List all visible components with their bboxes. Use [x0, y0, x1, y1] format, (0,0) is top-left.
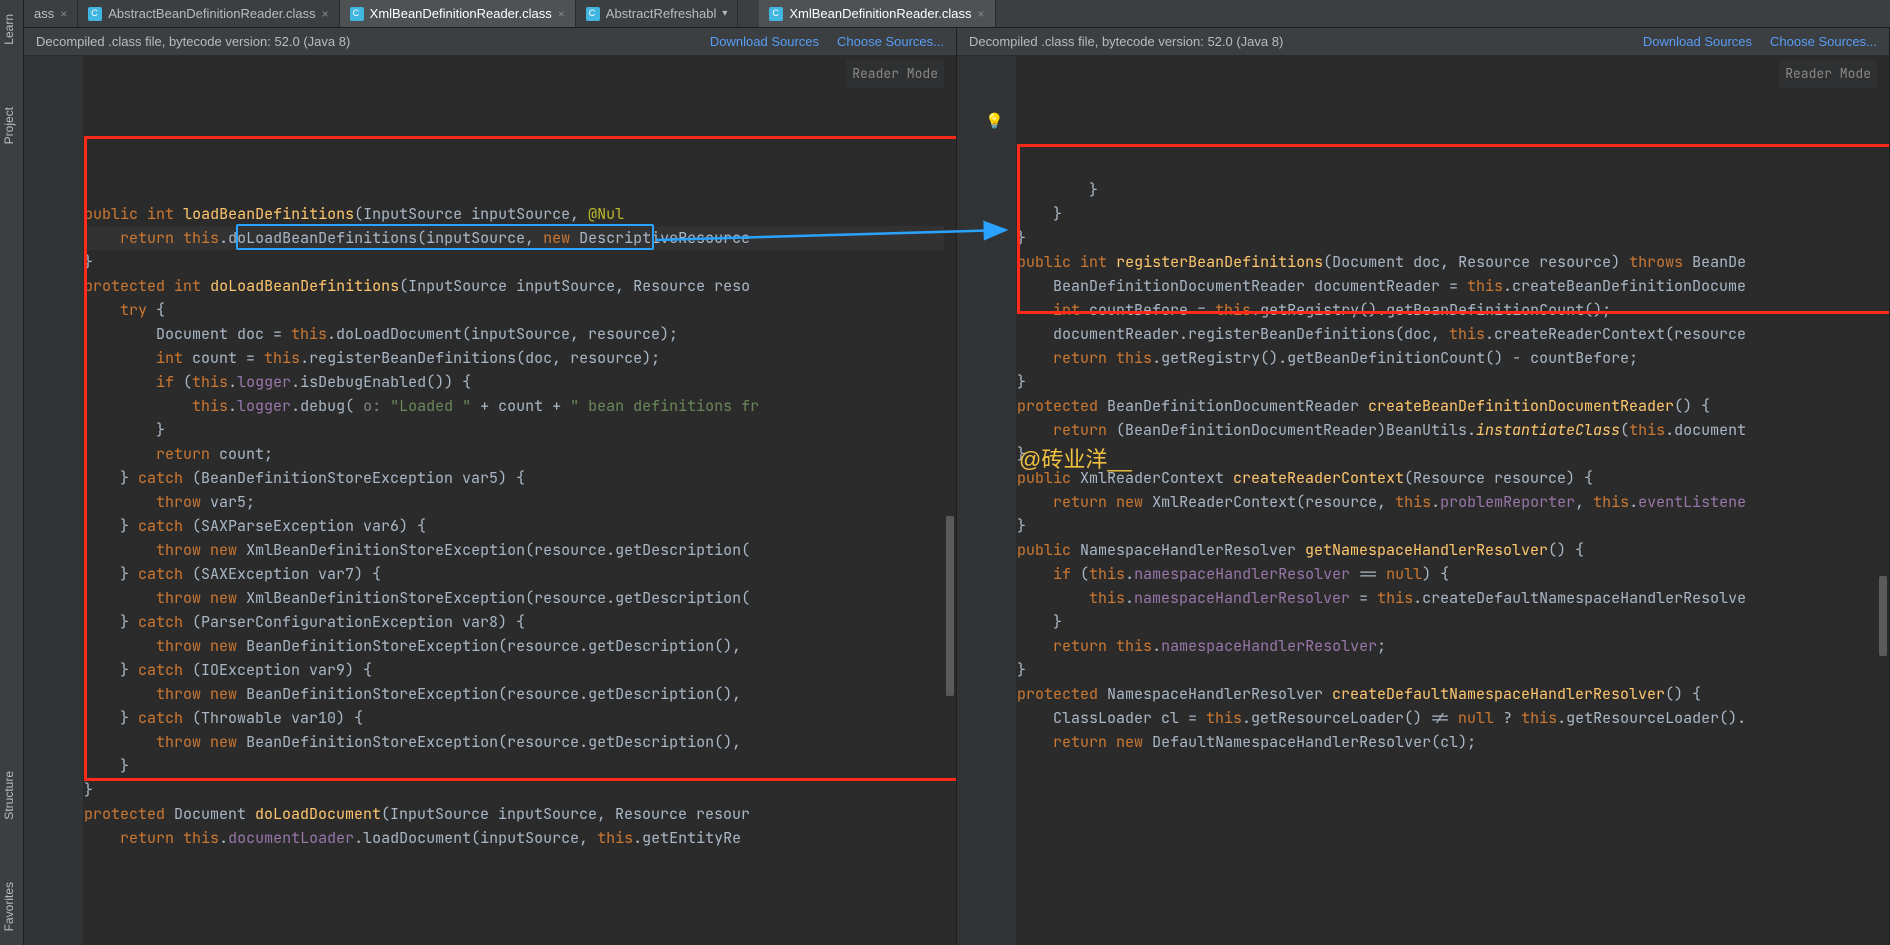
choose-sources-link[interactable]: Choose Sources...	[1770, 34, 1877, 49]
main-area: ass × AbstractBeanDefinitionReader.class…	[24, 0, 1890, 945]
reader-mode-badge[interactable]: Reader Mode	[846, 60, 944, 88]
tab-ass[interactable]: ass ×	[24, 0, 78, 27]
tab-abstractrefresh[interactable]: AbstractRefreshabl ▾	[576, 0, 739, 27]
side-toolbar: Learn Project Structure Favorites	[0, 0, 24, 945]
code-area-right[interactable]: 💡 Reader Mode @砖业洋__ } }}public int regi…	[957, 56, 1889, 945]
class-file-icon	[88, 7, 102, 21]
tab-label: AbstractBeanDefinitionReader.class	[108, 6, 315, 21]
watermark-text: @砖业洋__	[1019, 448, 1132, 472]
close-icon[interactable]: ×	[60, 7, 67, 21]
code-body-left[interactable]: Reader Mode public int loadBeanDefinitio…	[84, 56, 956, 945]
download-sources-link[interactable]: Download Sources	[1643, 34, 1752, 49]
reader-mode-badge[interactable]: Reader Mode	[1779, 60, 1877, 88]
close-icon[interactable]: ×	[977, 7, 984, 21]
info-bar-left: Decompiled .class file, bytecode version…	[24, 28, 956, 56]
tab-xmlbean-left[interactable]: XmlBeanDefinitionReader.class ×	[340, 0, 576, 27]
tool-structure[interactable]: Structure	[0, 765, 23, 826]
tool-learn[interactable]: Learn	[0, 8, 23, 51]
code-area-left[interactable]: Reader Mode public int loadBeanDefinitio…	[24, 56, 956, 945]
gutter-right[interactable]: 💡	[957, 56, 1017, 945]
tool-favorites[interactable]: Favorites	[0, 876, 23, 937]
editor-left: Decompiled .class file, bytecode version…	[24, 28, 957, 945]
tab-label: AbstractRefreshabl	[606, 6, 717, 21]
info-bar-right: Decompiled .class file, bytecode version…	[957, 28, 1889, 56]
choose-sources-link[interactable]: Choose Sources...	[837, 34, 944, 49]
close-icon[interactable]: ×	[322, 7, 329, 21]
tab-label: XmlBeanDefinitionReader.class	[789, 6, 971, 21]
editor-right: Decompiled .class file, bytecode version…	[957, 28, 1890, 945]
tab-abstractbean[interactable]: AbstractBeanDefinitionReader.class ×	[78, 0, 339, 27]
tab-label: ass	[34, 6, 54, 21]
close-icon[interactable]: ×	[558, 7, 565, 21]
download-sources-link[interactable]: Download Sources	[710, 34, 819, 49]
tab-label: XmlBeanDefinitionReader.class	[370, 6, 552, 21]
class-file-icon	[769, 7, 783, 21]
tab-xmlbean-right[interactable]: XmlBeanDefinitionReader.class ×	[759, 0, 995, 27]
split-editor: Decompiled .class file, bytecode version…	[24, 28, 1890, 945]
decompiled-label: Decompiled .class file, bytecode version…	[969, 34, 1283, 49]
code-body-right[interactable]: Reader Mode @砖业洋__ } }}public int regist…	[1017, 56, 1889, 945]
class-file-icon	[350, 7, 364, 21]
chevron-down-icon[interactable]: ▾	[722, 8, 727, 19]
decompiled-label: Decompiled .class file, bytecode version…	[36, 34, 350, 49]
bulb-icon[interactable]: 💡	[985, 112, 1004, 130]
tab-bar: ass × AbstractBeanDefinitionReader.class…	[24, 0, 1890, 28]
tool-project[interactable]: Project	[0, 101, 23, 150]
gutter-left[interactable]	[24, 56, 84, 945]
class-file-icon	[586, 7, 600, 21]
